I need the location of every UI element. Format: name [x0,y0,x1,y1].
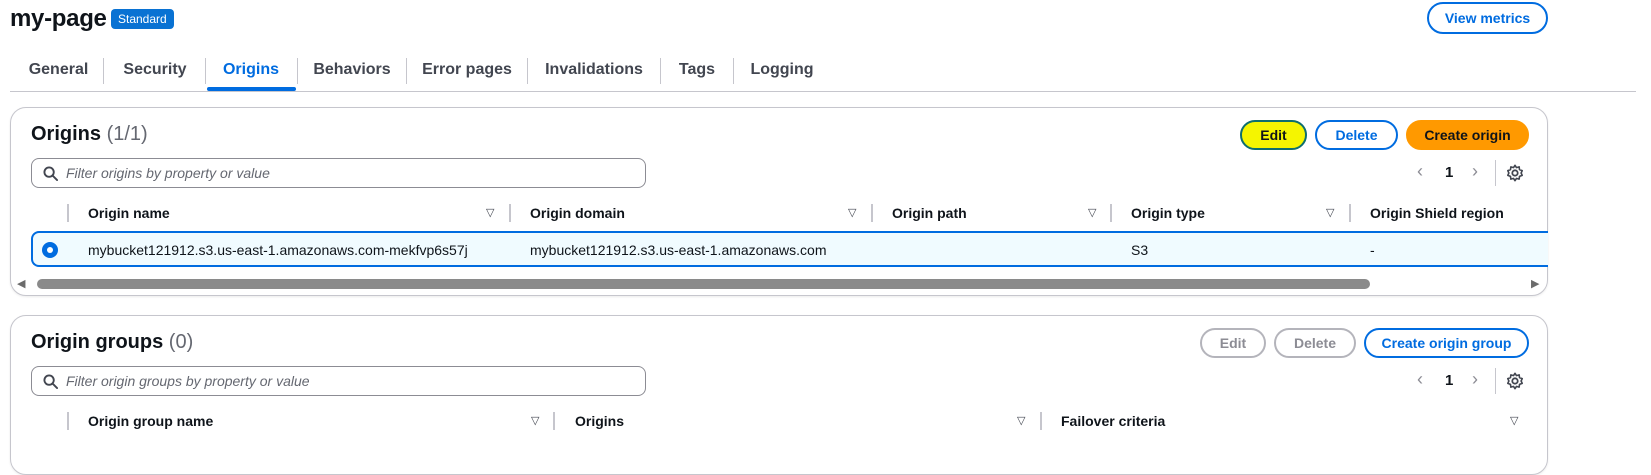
origin-groups-title: Origin groups [31,331,164,353]
column-header-origin-group-name[interactable]: Origin group name [88,413,213,429]
view-metrics-button[interactable]: View metrics [1427,2,1548,34]
tab-divider [297,58,298,84]
origin-groups-count: (0) [168,331,194,353]
search-icon [43,374,58,389]
sort-icon[interactable]: ▽ [1017,414,1025,427]
column-header-origin-path[interactable]: Origin path [892,205,967,221]
tab-divider [205,58,206,84]
column-header-origin-domain[interactable]: Origin domain [530,205,625,221]
tab-origins[interactable]: Origins [213,50,289,90]
active-tab-indicator [207,87,296,91]
pricing-class-badge: Standard [111,9,174,29]
sort-icon[interactable]: ▽ [1510,414,1518,427]
tab-divider [733,58,734,84]
column-header-failover-criteria[interactable]: Failover criteria [1061,413,1165,429]
origin-groups-heading: Origin groups (0) [31,331,193,354]
tab-tags[interactable]: Tags [669,50,725,90]
origins-count: (1/1) [106,123,148,145]
sort-icon[interactable]: ▽ [531,414,539,427]
column-divider[interactable] [1349,204,1351,222]
origin-groups-filter-input[interactable]: Filter origin groups by property or valu… [31,366,646,396]
scroll-left-icon[interactable]: ◀ [17,277,25,290]
search-icon [43,166,58,181]
sort-icon[interactable]: ▽ [1088,206,1096,219]
edit-origin-group-button[interactable]: Edit [1200,328,1266,358]
page-title: my-page [10,5,107,32]
column-divider[interactable] [553,412,555,430]
tab-logging[interactable]: Logging [742,50,822,90]
tab-security[interactable]: Security [112,50,198,90]
sort-icon[interactable]: ▽ [848,206,856,219]
origin-type-cell: S3 [1131,242,1149,258]
row-select-radio[interactable] [42,242,58,258]
create-origin-group-button[interactable]: Create origin group [1364,328,1529,358]
tab-divider [406,58,407,84]
tab-divider [660,58,661,84]
tab-error-pages[interactable]: Error pages [415,50,519,90]
delete-origin-button[interactable]: Delete [1315,120,1398,150]
current-page-number[interactable]: 1 [1445,164,1453,181]
tabs-baseline [10,91,1636,92]
sort-icon[interactable]: ▽ [486,206,494,219]
origin-shield-region-cell: - [1370,242,1375,258]
column-divider[interactable] [1040,412,1042,430]
origins-filter-placeholder: Filter origins by property or value [66,165,270,181]
column-divider[interactable] [509,204,511,222]
origin-groups-filter-placeholder: Filter origin groups by property or valu… [66,373,310,389]
origin-name-cell: mybucket121912.s3.us-east-1.amazonaws.co… [88,242,468,258]
column-header-origins[interactable]: Origins [575,413,624,429]
column-divider[interactable] [1110,204,1112,222]
previous-page-icon[interactable]: ‹ [1417,161,1423,182]
previous-page-icon[interactable]: ‹ [1417,369,1423,390]
column-divider [67,204,69,222]
column-header-origin-type[interactable]: Origin type [1131,205,1205,221]
current-page-number[interactable]: 1 [1445,372,1453,389]
origins-heading: Origins (1/1) [31,123,148,146]
tab-behaviors[interactable]: Behaviors [306,50,398,90]
column-divider[interactable] [871,204,873,222]
horizontal-scrollbar-thumb[interactable] [37,279,1370,289]
pager-divider [1495,368,1496,394]
column-header-origin-shield-region[interactable]: Origin Shield region [1370,205,1504,221]
settings-gear-icon[interactable] [1506,164,1524,182]
next-page-icon[interactable]: › [1472,369,1478,390]
origins-title: Origins [31,123,102,145]
tab-divider [527,58,528,84]
sort-icon[interactable]: ▽ [1326,206,1334,219]
scroll-right-icon[interactable]: ▶ [1531,277,1539,290]
tab-divider [103,58,104,84]
column-divider [67,412,69,430]
settings-gear-icon[interactable] [1506,372,1524,390]
tab-invalidations[interactable]: Invalidations [536,50,652,90]
next-page-icon[interactable]: › [1472,161,1478,182]
origins-filter-input[interactable]: Filter origins by property or value [31,158,646,188]
delete-origin-group-button[interactable]: Delete [1274,328,1356,358]
origin-domain-cell: mybucket121912.s3.us-east-1.amazonaws.co… [530,242,827,258]
column-header-origin-name[interactable]: Origin name [88,205,170,221]
edit-origin-button[interactable]: Edit [1240,120,1307,150]
tab-general[interactable]: General [22,50,95,90]
pager-divider [1495,160,1496,186]
create-origin-button[interactable]: Create origin [1406,120,1529,150]
